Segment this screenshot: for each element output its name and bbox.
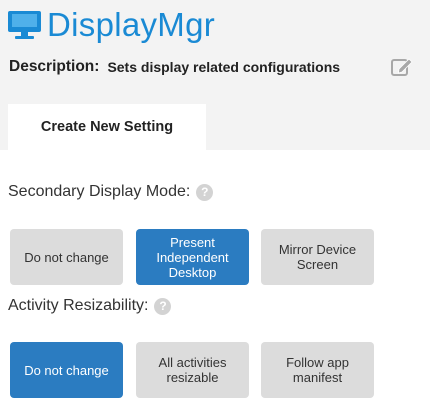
- question-mark-icon[interactable]: ?: [154, 297, 172, 315]
- secondary-display-mode-text: Secondary Display Mode:: [8, 183, 191, 200]
- description-label: Description:: [9, 58, 100, 75]
- app-title-row: DisplayMgr: [8, 6, 215, 44]
- secondary-display-present-independent-desktop-button[interactable]: Present Independent Desktop: [136, 229, 249, 285]
- description-row: Description: Sets display related config…: [9, 58, 340, 76]
- activity-resizability-do-not-change-button[interactable]: Do not change: [10, 342, 123, 398]
- activity-resizability-label: Activity Resizability: ?: [8, 297, 172, 315]
- activity-resizability-text: Activity Resizability:: [8, 297, 149, 314]
- description-value: Sets display related configurations: [107, 59, 341, 75]
- secondary-display-mode-label: Secondary Display Mode: ?: [8, 183, 214, 201]
- app-title: DisplayMgr: [47, 6, 216, 43]
- monitor-icon: [8, 11, 41, 41]
- secondary-display-mirror-device-screen-button[interactable]: Mirror Device Screen: [261, 229, 374, 285]
- secondary-display-do-not-change-button[interactable]: Do not change: [10, 229, 123, 285]
- pencil-edit-icon[interactable]: [390, 56, 414, 78]
- activity-resizability-all-activities-resizable-button[interactable]: All activities resizable: [136, 342, 249, 398]
- activity-resizability-follow-app-manifest-button[interactable]: Follow app manifest: [261, 342, 374, 398]
- question-mark-icon[interactable]: ?: [196, 183, 214, 201]
- tab-create-new-setting[interactable]: Create New Setting: [8, 104, 206, 150]
